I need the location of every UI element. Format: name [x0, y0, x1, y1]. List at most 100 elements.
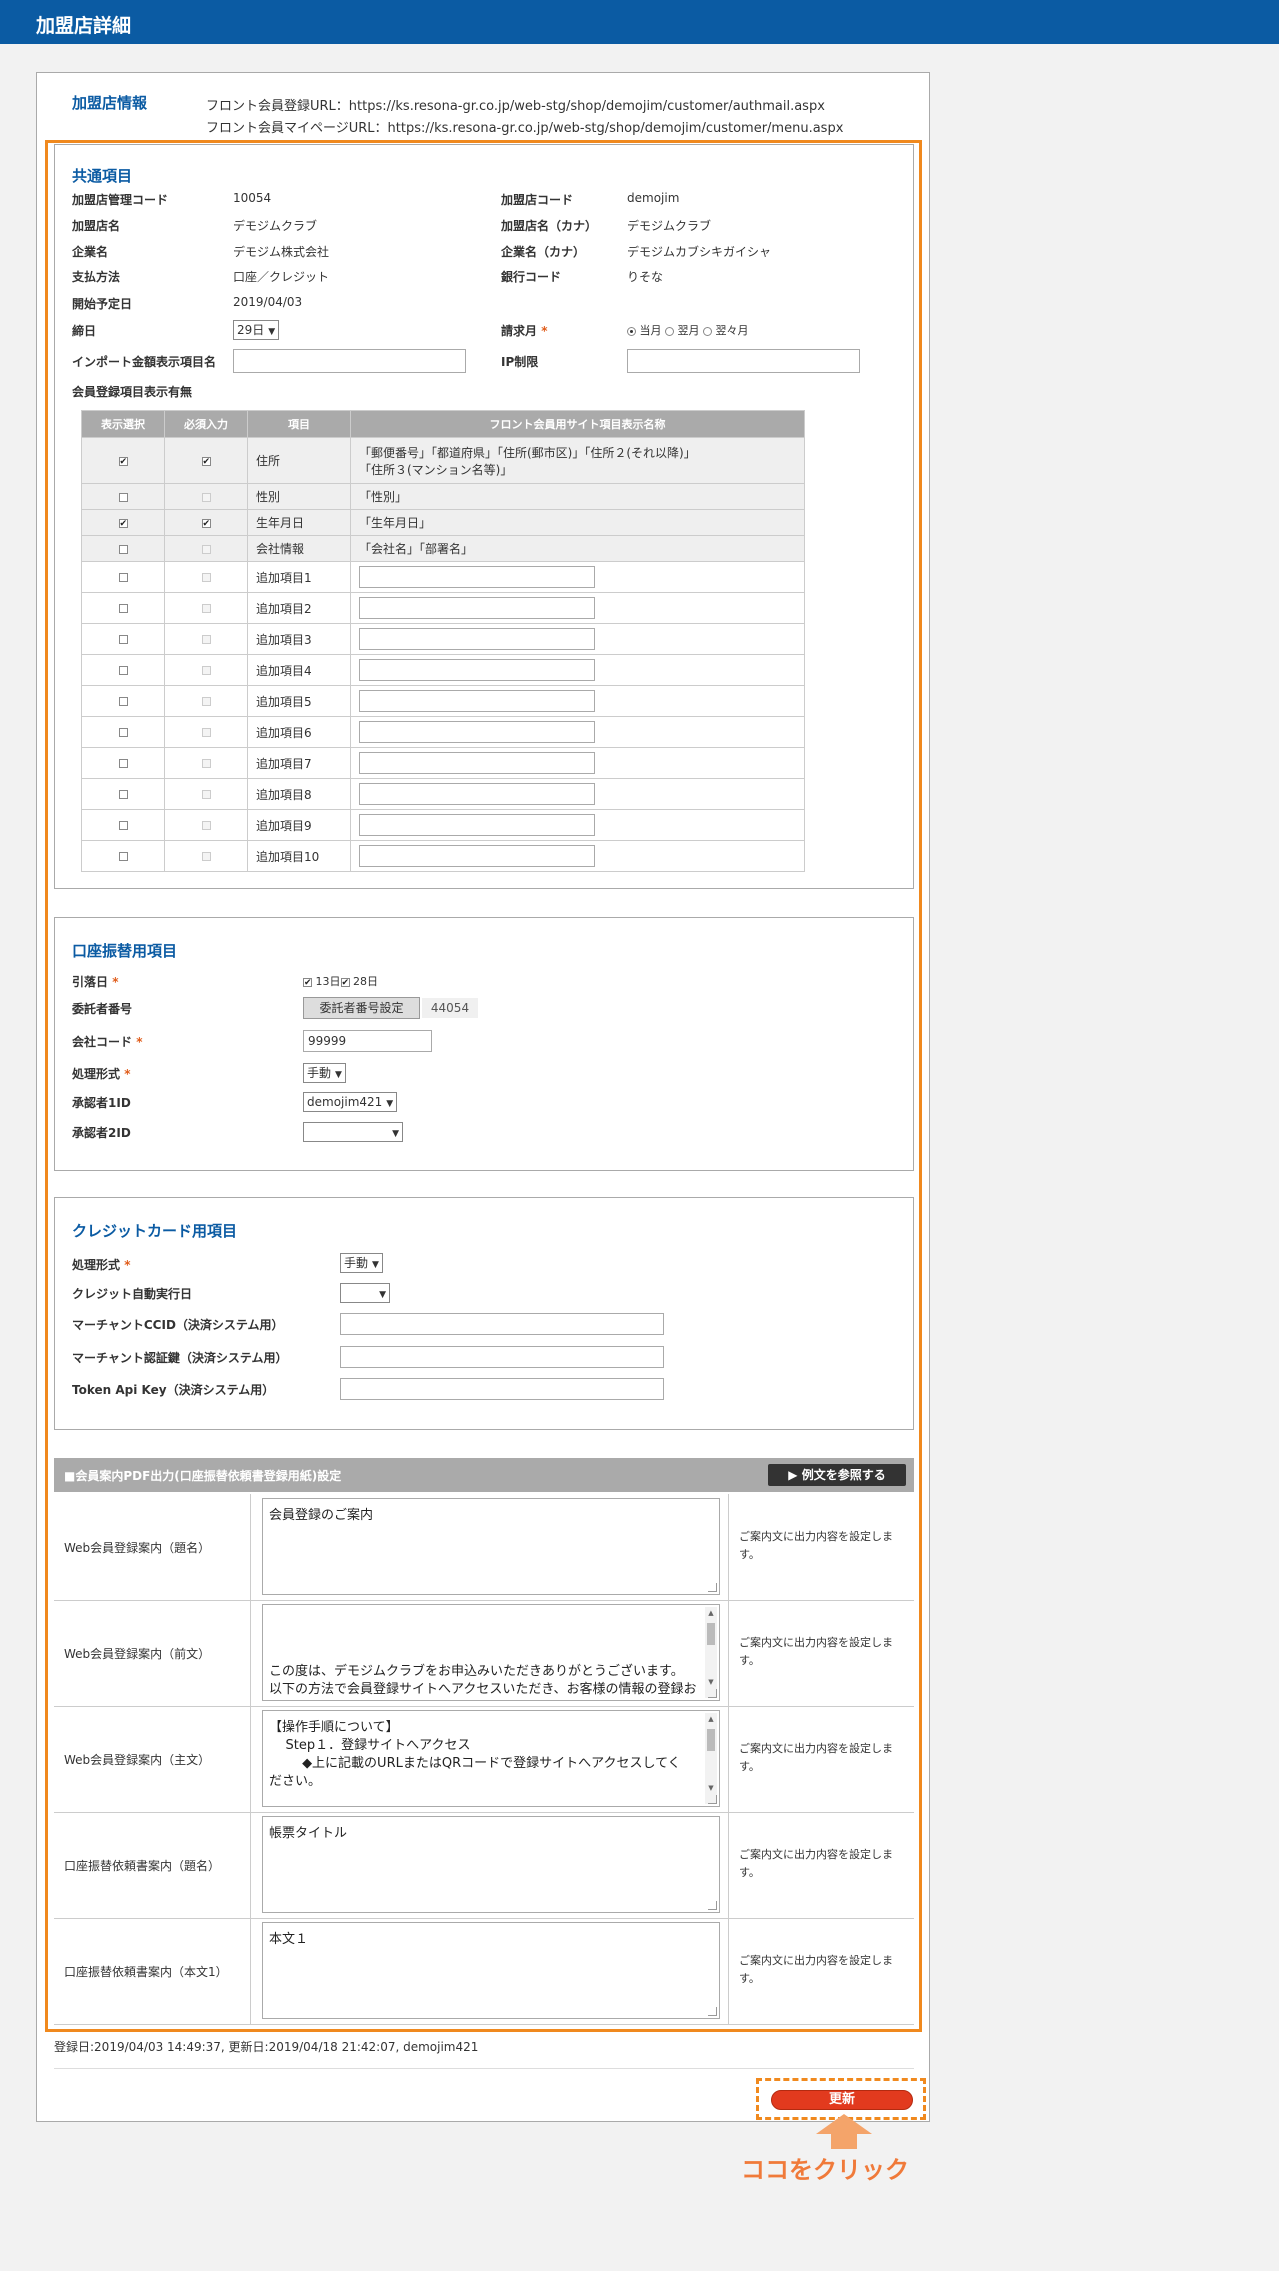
table-row: 追加項目1 [81, 561, 805, 593]
resize-grip-icon[interactable] [708, 1583, 717, 1592]
front-display-name-input[interactable] [359, 628, 595, 650]
required-checkbox[interactable]: ✔ [201, 518, 211, 528]
display-checkbox[interactable] [118, 697, 128, 706]
front-display-name-input[interactable] [359, 690, 595, 712]
display-checkbox[interactable] [118, 492, 128, 502]
resize-grip-icon[interactable] [708, 2007, 717, 2016]
bank-code-value: りそな [627, 270, 664, 284]
item-name: 追加項目5 [247, 685, 351, 717]
pdf-row-textarea[interactable]: 本文１ [262, 1922, 720, 2019]
update-button[interactable]: 更新 [771, 2090, 913, 2110]
item-name: 生年月日 [247, 509, 351, 536]
display-checkbox[interactable] [118, 790, 128, 799]
ip-limit-input[interactable] [627, 349, 860, 373]
store-name-label: 加盟店名 [72, 219, 121, 233]
consignor-set-button[interactable]: 委託者番号設定 [303, 997, 420, 1019]
display-checkbox[interactable] [118, 666, 128, 675]
credit-auto-select[interactable]: ▼ [340, 1283, 390, 1303]
th-display: 表示選択 [81, 410, 165, 438]
withdraw-label: 引落日 * [72, 975, 119, 989]
radio-month-after-next[interactable] [703, 326, 712, 336]
required-checkbox[interactable] [201, 697, 211, 706]
token-input[interactable] [340, 1378, 664, 1400]
front-display-name-input[interactable] [359, 597, 595, 619]
front-display-name-input[interactable] [359, 783, 595, 805]
front-display-name-input[interactable] [359, 566, 595, 588]
required-checkbox[interactable] [201, 852, 211, 861]
display-checkbox[interactable] [118, 544, 128, 554]
front-display-name-input[interactable] [359, 721, 595, 743]
scroll-up-icon[interactable]: ▲ [705, 1609, 717, 1617]
scroll-up-icon[interactable]: ▲ [705, 1715, 717, 1723]
withdraw-13-checkbox[interactable]: ✔ [303, 977, 312, 987]
view-example-button[interactable]: ▶ 例文を参照する [768, 1464, 906, 1486]
company-label: 企業名 [72, 245, 109, 259]
chevron-down-icon: ▼ [379, 1290, 386, 1300]
display-checkbox[interactable] [118, 728, 128, 737]
required-checkbox[interactable] [201, 573, 211, 582]
pdf-row-textarea[interactable]: 会員登録のご案内 [262, 1498, 720, 1595]
display-checkbox[interactable] [118, 604, 128, 613]
radio-next-month[interactable] [665, 326, 674, 336]
front-display-name-input[interactable] [359, 814, 595, 836]
required-checkbox[interactable] [201, 635, 211, 644]
required-checkbox[interactable] [201, 666, 211, 675]
scroll-down-icon[interactable]: ▼ [705, 1784, 717, 1792]
pdf-row-textarea[interactable]: この度は、デモジムクラブをお申込みいただきありがとうございます。 以下の方法で会… [262, 1604, 720, 1701]
front-display-name-cell [350, 561, 805, 593]
display-checkbox[interactable] [118, 759, 128, 768]
required-checkbox[interactable] [201, 728, 211, 737]
front-display-name-input[interactable] [359, 659, 595, 681]
required-checkbox[interactable] [201, 790, 211, 799]
resize-grip-icon[interactable] [708, 1901, 717, 1910]
front-display-name: 「会社名」「部署名」 [350, 535, 805, 562]
ccid-input[interactable] [340, 1313, 664, 1335]
pdf-setting-row: Web会員登録案内（題名） 会員登録のご案内 ご案内文に出力内容を設定します。 [54, 1494, 914, 1601]
resize-grip-icon[interactable] [708, 1795, 717, 1804]
pdf-row-note: ご案内文に出力内容を設定します。 [739, 1636, 893, 1667]
required-checkbox[interactable] [201, 604, 211, 613]
bank-process-select[interactable]: 手動 ▼ [303, 1063, 346, 1083]
resize-grip-icon[interactable] [708, 1689, 717, 1698]
withdraw-28-checkbox[interactable]: ✔ [340, 977, 350, 987]
start-date-value: 2019/04/03 [233, 295, 303, 309]
front-register-url: フロント会員登録URL：https://ks.resona-gr.co.jp/w… [206, 99, 825, 114]
pdf-row-note-cell: ご案内文に出力内容を設定します。 [728, 1918, 915, 2024]
required-checkbox[interactable]: ✔ [201, 456, 211, 466]
credit-process-select[interactable]: 手動 ▼ [340, 1253, 383, 1273]
textarea-scrollbar[interactable]: ▲ ▼ [705, 1607, 717, 1698]
approver2-select[interactable]: ▼ [303, 1122, 403, 1142]
display-checkbox[interactable] [118, 573, 128, 582]
pdf-row-text: 会員登録のご案内 [269, 1508, 374, 1523]
textarea-scrollbar[interactable]: ▲ ▼ [705, 1713, 717, 1804]
scroll-thumb[interactable] [707, 1729, 715, 1751]
required-checkbox[interactable] [201, 492, 211, 502]
display-checkbox[interactable] [118, 821, 128, 830]
company-code-input[interactable]: 99999 [303, 1030, 432, 1052]
table-row: 追加項目7 [81, 747, 805, 779]
member-display-label: 会員登録項目表示有無 [72, 385, 193, 399]
item-name: 追加項目8 [247, 778, 351, 810]
closing-day-select[interactable]: 29日 ▼ [233, 320, 280, 340]
display-checkbox[interactable] [118, 635, 128, 644]
scroll-thumb[interactable] [707, 1623, 715, 1645]
front-display-name-input[interactable] [359, 752, 595, 774]
credit-heading: クレジットカード用項目 [72, 1222, 238, 1240]
pdf-row-textarea[interactable]: 帳票タイトル [262, 1816, 720, 1913]
display-checkbox[interactable]: ✔ [118, 518, 128, 528]
radio-current-month[interactable] [627, 326, 636, 336]
display-checkbox[interactable] [118, 852, 128, 861]
required-checkbox[interactable] [201, 544, 211, 554]
import-input[interactable] [233, 349, 466, 373]
approver1-select[interactable]: demojim421 ▼ [303, 1092, 398, 1112]
chevron-down-icon: ▼ [268, 327, 276, 337]
required-checkbox[interactable] [201, 821, 211, 830]
front-display-name-input[interactable] [359, 845, 595, 867]
token-label: Token Api Key（決済システム用） [72, 1383, 275, 1397]
pdf-row-textarea[interactable]: 【操作手順について】 Step１．登録サイトへアクセス ◆上に記載のURLまたは… [262, 1710, 720, 1807]
pdf-settings-bar: ■会員案内PDF出力(口座振替依頼書登録用紙)設定 ▶ 例文を参照する [54, 1458, 914, 1492]
display-checkbox[interactable]: ✔ [118, 456, 128, 466]
auth-key-input[interactable] [340, 1346, 664, 1368]
scroll-down-icon[interactable]: ▼ [705, 1678, 717, 1686]
required-checkbox[interactable] [201, 759, 211, 768]
